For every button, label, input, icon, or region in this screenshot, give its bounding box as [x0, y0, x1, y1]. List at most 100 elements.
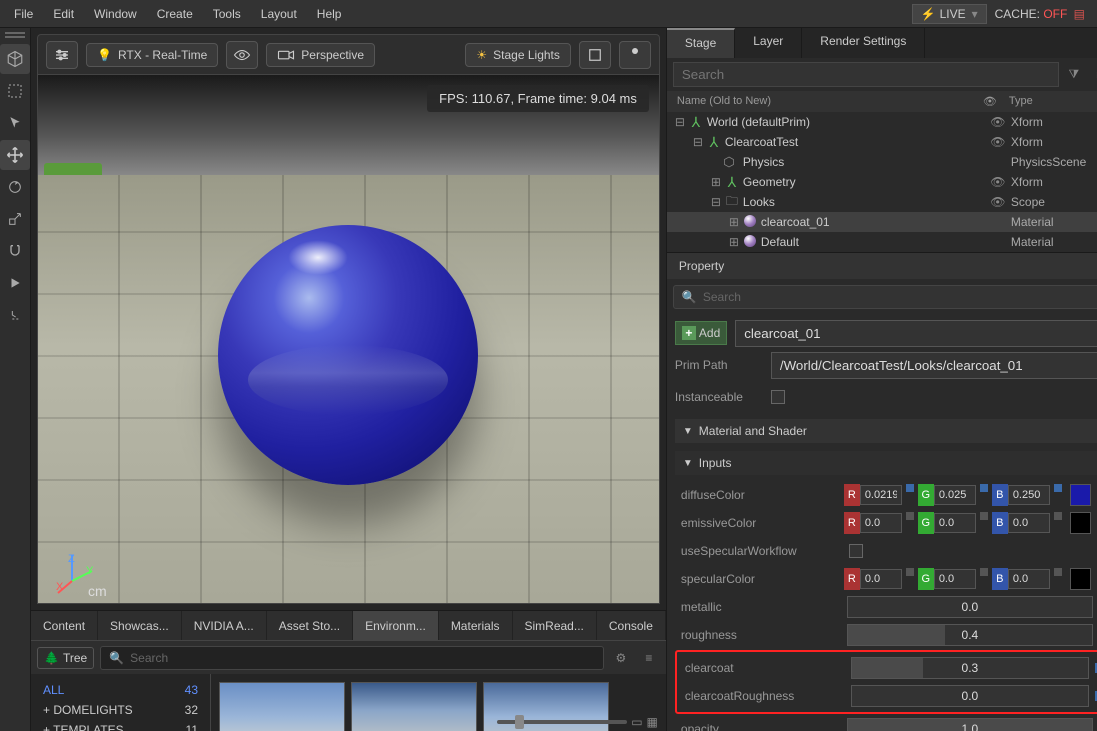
simulate-tool[interactable]: [0, 300, 30, 330]
tree-type: Material: [1011, 215, 1097, 229]
select-bounds-tool[interactable]: [0, 76, 30, 106]
roughness-slider[interactable]: 0.4: [847, 624, 1093, 646]
emissive-b[interactable]: [1008, 513, 1050, 533]
expand-toggle[interactable]: ⊞: [727, 235, 741, 249]
single-view-icon[interactable]: ▭: [631, 715, 642, 729]
eye-icon[interactable]: 👁: [985, 135, 1011, 149]
filter-icon[interactable]: ⧩: [1063, 64, 1085, 86]
snap-tool[interactable]: [0, 236, 30, 266]
drag-handle-icon[interactable]: [5, 32, 25, 38]
viewport[interactable]: FPS: 110.67, Frame time: 9.04 ms ZYX cm: [37, 74, 660, 604]
tab-layer[interactable]: Layer: [735, 28, 802, 58]
clearcoat-roughness-slider[interactable]: 0.0: [851, 685, 1089, 707]
metallic-slider[interactable]: 0.0: [847, 596, 1093, 618]
emissive-g[interactable]: [934, 513, 976, 533]
tab-simready[interactable]: SimRead...: [513, 611, 597, 640]
expand-toggle[interactable]: ⊟: [691, 135, 705, 149]
specular-r[interactable]: [860, 569, 902, 589]
eye-icon[interactable]: 👁: [985, 175, 1011, 189]
clearcoat-row: clearcoat 0.3: [679, 654, 1097, 682]
cube-tool[interactable]: [0, 44, 30, 74]
category-templates[interactable]: + TEMPLATES11: [41, 720, 200, 731]
menu-create[interactable]: Create: [147, 3, 203, 25]
material-shader-section[interactable]: ▼ Material and Shader: [675, 419, 1097, 443]
tab-assetstore[interactable]: Asset Sto...: [267, 611, 353, 640]
viewport-settings-icon[interactable]: [46, 41, 78, 69]
menu-layout[interactable]: Layout: [251, 3, 307, 25]
expand-toggle[interactable]: ⊞: [709, 175, 723, 189]
tree-row[interactable]: ⊟🗀Looks👁Scope: [667, 192, 1097, 212]
thumb-slider[interactable]: [497, 720, 627, 724]
pin-icon[interactable]: [619, 41, 651, 69]
diffuse-r[interactable]: [860, 485, 902, 505]
rotate-tool[interactable]: [0, 172, 30, 202]
renderer-dropdown[interactable]: 💡 RTX - Real-Time: [86, 43, 218, 67]
tree-toggle[interactable]: 🌲 Tree: [37, 647, 94, 669]
list-icon[interactable]: ≡: [638, 647, 660, 669]
document-icon[interactable]: ▤: [1074, 7, 1085, 21]
pointer-tool[interactable]: [0, 108, 30, 138]
tab-console[interactable]: Console: [597, 611, 666, 640]
scale-tool[interactable]: [0, 204, 30, 234]
tree-row[interactable]: ⊞⅄Geometry👁Xform: [667, 172, 1097, 192]
grid-view-icon[interactable]: ▦: [647, 715, 658, 729]
expand-icon[interactable]: [579, 41, 611, 69]
stage-search-input[interactable]: [673, 62, 1059, 87]
tab-materials[interactable]: Materials: [439, 611, 513, 640]
expand-toggle[interactable]: ⊟: [709, 195, 723, 209]
category-all[interactable]: ALL43: [41, 680, 200, 700]
specular-swatch[interactable]: [1070, 568, 1091, 590]
menu-help[interactable]: Help: [307, 3, 352, 25]
clearcoat-slider[interactable]: 0.3: [851, 657, 1089, 679]
add-button[interactable]: +Add: [675, 321, 727, 345]
tab-content[interactable]: Content: [31, 611, 98, 640]
move-tool[interactable]: [0, 140, 30, 170]
expand-toggle[interactable]: ⊟: [673, 115, 687, 129]
property-panel-header: Property: [667, 252, 1097, 279]
tab-environments[interactable]: Environm...: [353, 611, 439, 640]
diffuse-swatch[interactable]: [1070, 484, 1091, 506]
live-button[interactable]: ⚡ LIVE ▾: [912, 4, 987, 24]
browser-search[interactable]: 🔍 Search: [100, 646, 604, 670]
instanceable-checkbox[interactable]: [771, 390, 785, 404]
expand-toggle[interactable]: ⊞: [727, 215, 741, 229]
opacity-slider[interactable]: 1.0: [847, 718, 1093, 731]
tab-showcases[interactable]: Showcas...: [98, 611, 182, 640]
eye-icon[interactable]: 👁: [983, 95, 1009, 108]
tree-row[interactable]: ⊟⅄ClearcoatTest👁Xform: [667, 132, 1097, 152]
tab-nvidia[interactable]: NVIDIA A...: [182, 611, 267, 640]
thumbnail[interactable]: ▷: [219, 682, 345, 731]
diffuse-g[interactable]: [934, 485, 976, 505]
thumbnail[interactable]: ▷: [351, 682, 477, 731]
diffuse-b[interactable]: [1008, 485, 1050, 505]
prim-name-field[interactable]: [735, 320, 1097, 347]
prim-path-field[interactable]: [771, 352, 1097, 379]
menu-file[interactable]: File: [4, 3, 43, 25]
category-domelights[interactable]: + DOMELIGHTS32: [41, 700, 200, 720]
eye-icon[interactable]: 👁: [985, 195, 1011, 209]
gear-icon[interactable]: ⚙: [610, 647, 632, 669]
specular-g[interactable]: [934, 569, 976, 589]
play-tool[interactable]: [0, 268, 30, 298]
menu-window[interactable]: Window: [84, 3, 147, 25]
tree-row[interactable]: PhysicsPhysicsScene: [667, 152, 1097, 172]
visibility-icon[interactable]: [226, 41, 258, 69]
tree-row[interactable]: ⊞clearcoat_01Material: [667, 212, 1097, 232]
inputs-section[interactable]: ▼ Inputs: [675, 451, 1097, 475]
tab-render-settings[interactable]: Render Settings: [802, 28, 925, 58]
menu-tools[interactable]: Tools: [203, 3, 251, 25]
specular-workflow-checkbox[interactable]: [849, 544, 863, 558]
tree-row[interactable]: ⊞DefaultMaterial: [667, 232, 1097, 252]
tab-stage[interactable]: Stage: [667, 28, 735, 58]
tree-row[interactable]: ⊟⅄World (defaultPrim)👁Xform: [667, 112, 1097, 132]
menu-edit[interactable]: Edit: [43, 3, 84, 25]
property-search[interactable]: 🔍 Search: [673, 285, 1097, 309]
emissive-r[interactable]: [860, 513, 902, 533]
options-icon[interactable]: ≡: [1089, 64, 1097, 86]
eye-icon[interactable]: 👁: [985, 115, 1011, 129]
lights-dropdown[interactable]: ☀ Stage Lights: [465, 43, 570, 67]
specular-b[interactable]: [1008, 569, 1050, 589]
camera-dropdown[interactable]: Perspective: [266, 43, 375, 67]
emissive-swatch[interactable]: [1070, 512, 1091, 534]
xform-icon: ⅄: [687, 114, 705, 131]
